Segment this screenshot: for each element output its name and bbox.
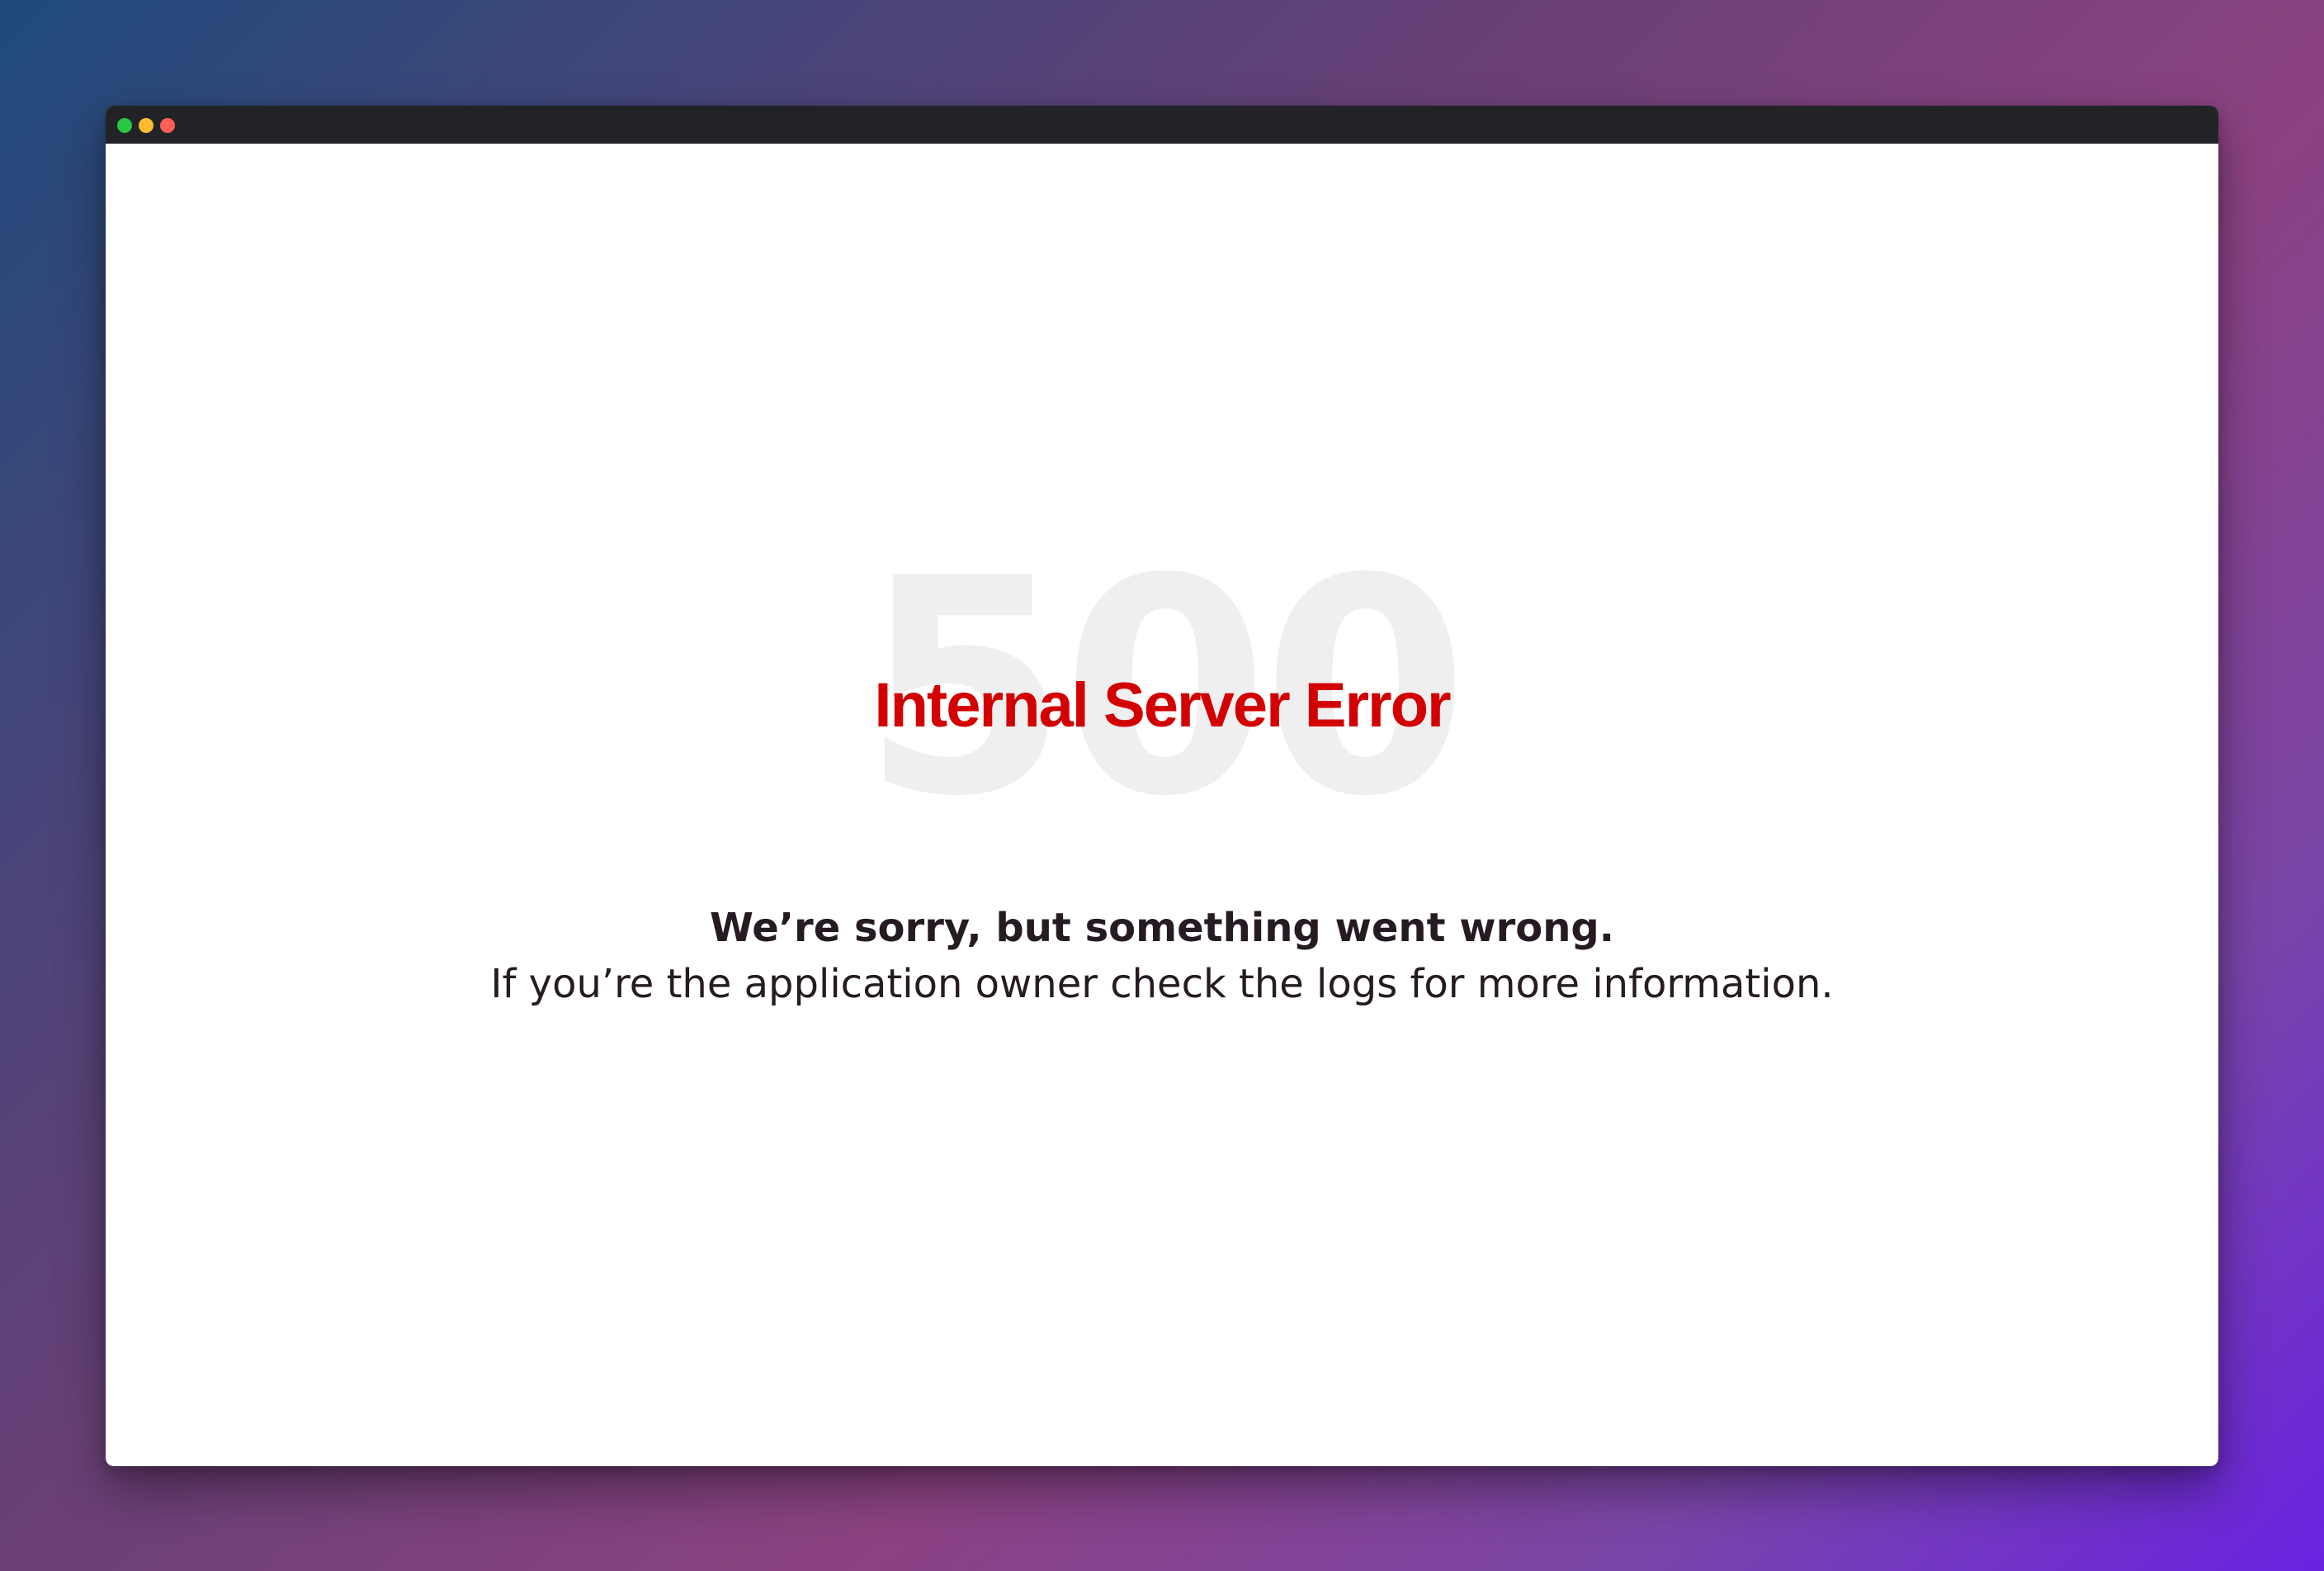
window-titlebar xyxy=(106,106,2218,144)
window-red-dot[interactable] xyxy=(160,118,175,133)
window-green-dot[interactable] xyxy=(117,118,132,133)
error-message: We’re sorry, but something went wrong. xyxy=(710,905,1614,951)
error-title: Internal Server Error xyxy=(874,670,1451,741)
browser-window: 500 Internal Server Error We’re sorry, b… xyxy=(106,106,2218,1466)
window-yellow-dot[interactable] xyxy=(139,118,154,133)
page-content: 500 Internal Server Error We’re sorry, b… xyxy=(106,144,2218,1466)
error-detail: If you’re the application owner check th… xyxy=(490,961,1834,1007)
